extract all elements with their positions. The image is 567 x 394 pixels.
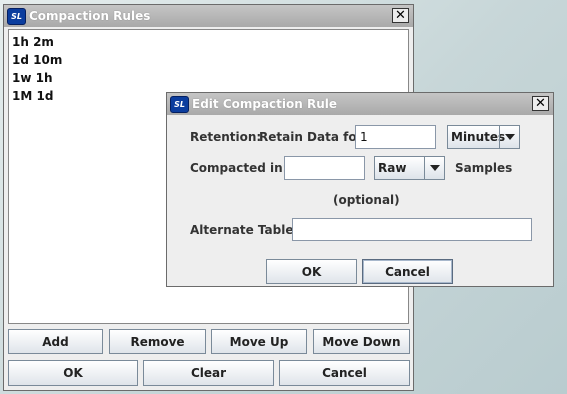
compacted-in-input[interactable] xyxy=(284,156,365,180)
optional-label: (optional) xyxy=(333,193,400,207)
compacted-type-select[interactable]: Raw xyxy=(374,156,445,180)
retain-unit-select[interactable]: Minutes xyxy=(447,125,520,149)
list-item[interactable]: 1h 2m xyxy=(9,33,408,51)
dialog-ok-button[interactable]: OK xyxy=(266,259,357,284)
retention-label: Retention: xyxy=(190,130,262,144)
remove-button[interactable]: Remove xyxy=(109,329,206,354)
window-title: Compaction Rules xyxy=(29,9,151,23)
alternate-table-label: Alternate Table: xyxy=(190,223,299,237)
chevron-down-icon[interactable] xyxy=(424,157,444,179)
add-button[interactable]: Add xyxy=(8,329,103,354)
compaction-rules-titlebar[interactable]: SL Compaction Rules ✕ xyxy=(4,5,413,27)
alternate-table-input[interactable] xyxy=(292,218,532,241)
compacted-in-label: Compacted in: xyxy=(190,161,288,175)
list-item[interactable]: 1d 10m xyxy=(9,51,408,69)
retain-unit-value: Minutes xyxy=(451,130,506,144)
retain-data-label: Retain Data for xyxy=(259,130,363,144)
clear-button[interactable]: Clear xyxy=(143,360,274,386)
app-logo-icon: SL xyxy=(170,95,189,113)
cancel-button[interactable]: Cancel xyxy=(279,360,410,386)
samples-label: Samples xyxy=(455,161,513,175)
close-icon[interactable]: ✕ xyxy=(532,96,549,111)
dialog-title: Edit Compaction Rule xyxy=(192,97,338,111)
edit-compaction-rule-dialog: SL Edit Compaction Rule ✕ Retention: Ret… xyxy=(166,92,554,287)
list-item[interactable]: 1w 1h xyxy=(9,69,408,87)
compacted-type-value: Raw xyxy=(378,161,407,175)
move-down-button[interactable]: Move Down xyxy=(313,329,410,354)
dialog-titlebar[interactable]: SL Edit Compaction Rule ✕ xyxy=(167,93,553,115)
move-up-button[interactable]: Move Up xyxy=(211,329,307,354)
ok-button[interactable]: OK xyxy=(8,360,138,386)
app-logo-icon: SL xyxy=(7,7,26,25)
chevron-down-icon[interactable] xyxy=(499,126,519,148)
dialog-cancel-button[interactable]: Cancel xyxy=(362,259,453,284)
close-icon[interactable]: ✕ xyxy=(392,8,409,23)
retain-value-input[interactable]: 1 xyxy=(355,125,436,149)
